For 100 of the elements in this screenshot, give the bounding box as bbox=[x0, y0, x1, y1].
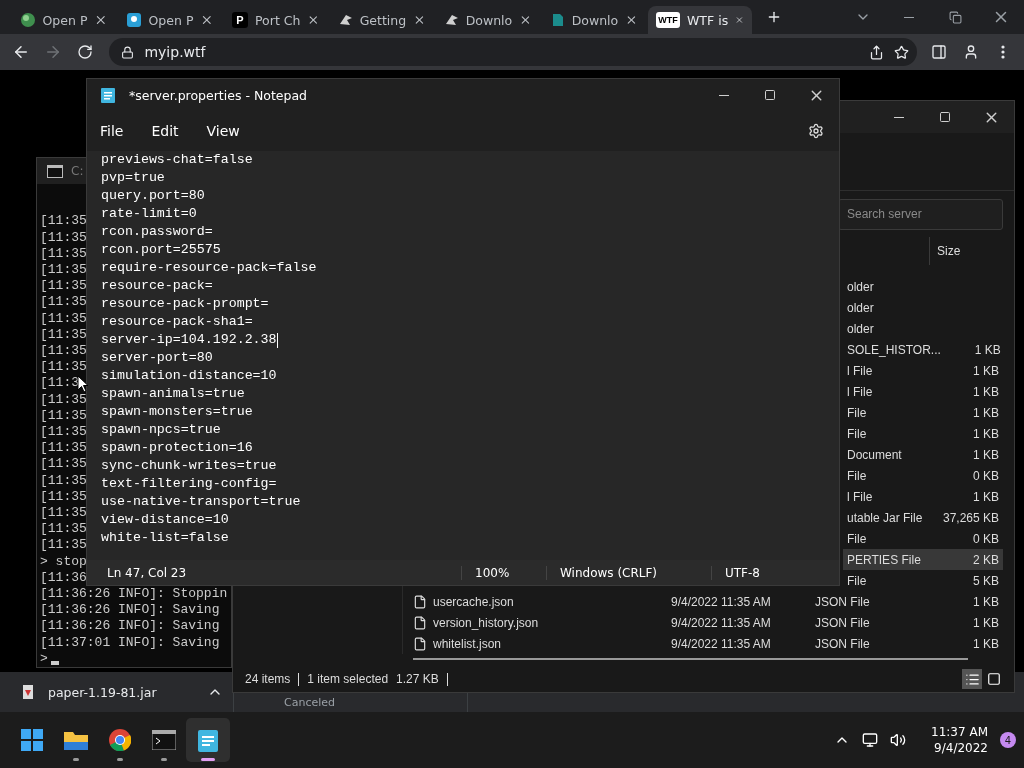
text-line: pvp=true bbox=[101, 169, 165, 187]
file-row[interactable]: version_history.json 9/4/2022 11:35 AM JSON File 1 KB bbox=[403, 612, 1014, 633]
file-type: JSON File bbox=[815, 615, 871, 630]
file-size: 1 KB bbox=[972, 636, 1000, 651]
logo-icon bbox=[550, 12, 565, 28]
file-row[interactable]: utable Jar File 37,265 KB bbox=[843, 507, 1003, 528]
close-icon[interactable] bbox=[307, 13, 320, 27]
notification-badge[interactable]: 4 bbox=[1000, 732, 1016, 748]
restore-icon bbox=[948, 10, 962, 24]
file-row[interactable]: older bbox=[843, 276, 1003, 297]
menu-item[interactable]: View bbox=[197, 119, 249, 143]
close-icon[interactable] bbox=[625, 13, 638, 27]
file-row[interactable]: Document 1 KB bbox=[843, 444, 1003, 465]
close-icon[interactable] bbox=[413, 13, 426, 27]
terminal-icon bbox=[47, 164, 63, 178]
details-view-button[interactable] bbox=[962, 669, 982, 689]
file-type: File bbox=[846, 468, 868, 483]
file-name: whitelist.json bbox=[403, 636, 671, 651]
console-line: [11:35 bbox=[40, 245, 87, 262]
file-row[interactable]: File 0 KB bbox=[843, 528, 1003, 549]
item-count: 24 items bbox=[245, 672, 292, 686]
tab-title: Port Ch bbox=[255, 12, 301, 28]
console-line: [11:35 bbox=[40, 537, 87, 554]
text-cursor-icon bbox=[50, 660, 59, 665]
console-line: [11:35 bbox=[40, 326, 87, 343]
text-line: use-native-transport=true bbox=[101, 493, 301, 511]
text-line: resource-pack-prompt= bbox=[101, 295, 269, 313]
console-line: [11:35 bbox=[40, 472, 87, 489]
close-icon[interactable] bbox=[519, 13, 532, 27]
browser-tab[interactable]: Open P bbox=[12, 6, 116, 34]
selection-info: 1 item selected bbox=[307, 672, 390, 686]
text-line: text-filtering-config= bbox=[101, 475, 277, 493]
download-filename: paper-1.19-81.jar bbox=[48, 684, 158, 700]
file-icon bbox=[413, 594, 427, 609]
file-row[interactable]: PERTIES File 2 KB bbox=[843, 549, 1003, 570]
file-row[interactable]: l File 1 KB bbox=[843, 381, 1003, 402]
console-line: [11:36 bbox=[40, 569, 87, 586]
file-size: 37,265 KB bbox=[941, 510, 1000, 525]
mouse-pointer-icon bbox=[77, 375, 89, 393]
reload-icon bbox=[76, 44, 93, 60]
menu-item[interactable]: File bbox=[91, 119, 133, 143]
notepad-icon bbox=[198, 728, 218, 752]
tab-title: WTF is bbox=[687, 12, 729, 28]
scrollbar-thumb[interactable] bbox=[413, 658, 968, 660]
console-line: [11:35 bbox=[40, 229, 87, 246]
address-bar[interactable]: myip.wtf bbox=[109, 38, 917, 66]
star-icon[interactable] bbox=[893, 44, 909, 60]
text-line: resource-pack= bbox=[101, 277, 213, 295]
text-line: white-list=false bbox=[101, 529, 229, 547]
file-row[interactable]: l File 1 KB bbox=[843, 360, 1003, 381]
taskbar-app[interactable] bbox=[186, 718, 230, 762]
file-row[interactable]: File 1 KB bbox=[843, 402, 1003, 423]
close-icon[interactable] bbox=[94, 13, 108, 27]
browser-tab[interactable]: Getting bbox=[330, 6, 434, 34]
text-line: spawn-animals=true bbox=[101, 385, 245, 403]
file-size: 1 KB bbox=[972, 363, 1000, 378]
file-row[interactable]: usercache.json 9/4/2022 11:35 AM JSON File 1 KB bbox=[403, 591, 1014, 612]
zoom-level: 100% bbox=[461, 565, 546, 580]
console-line: [11:35 bbox=[40, 423, 87, 441]
file-row[interactable]: older bbox=[843, 297, 1003, 318]
file-type: File bbox=[846, 573, 868, 588]
file-row[interactable]: l File 1 KB bbox=[843, 486, 1003, 507]
console-line: [11:3 bbox=[40, 375, 79, 392]
text-line: rcon.password= bbox=[101, 223, 213, 241]
list-icon bbox=[964, 671, 980, 687]
notepad-icon bbox=[101, 87, 115, 103]
browser-tab[interactable]: P Port Ch bbox=[224, 6, 328, 34]
file-row[interactable]: whitelist.json 9/4/2022 11:35 AM JSON File 1 KB bbox=[403, 633, 1014, 654]
text-line: server-ip=104.192.2.38 bbox=[101, 331, 277, 349]
column-header[interactable]: Size bbox=[929, 237, 1003, 265]
windows-logo-icon bbox=[21, 729, 43, 751]
file-date: 9/4/2022 11:35 AM bbox=[671, 615, 772, 630]
search-field[interactable]: Search server bbox=[838, 198, 1003, 230]
file-size: 1 KB bbox=[972, 426, 1000, 441]
text-line: require-resource-pack=false bbox=[101, 259, 317, 277]
browser-tab[interactable]: Downlo bbox=[436, 6, 540, 34]
console-line: [11:35 bbox=[40, 440, 87, 457]
file-name: version_history.json bbox=[403, 615, 671, 630]
lock-icon bbox=[121, 45, 135, 59]
file-type: SOLE_HISTOR... bbox=[846, 342, 941, 357]
menu-item[interactable]: Edit bbox=[142, 119, 188, 143]
side-panel-icon bbox=[931, 44, 948, 60]
globe-icon bbox=[20, 12, 36, 28]
browser-tab[interactable]: Open P bbox=[118, 6, 222, 34]
settings-icon bbox=[808, 123, 824, 139]
file-type: older bbox=[846, 279, 875, 294]
share-icon[interactable] bbox=[868, 44, 884, 60]
file-type: JSON File bbox=[815, 594, 871, 609]
tab-title: Downlo bbox=[571, 12, 619, 28]
file-row[interactable]: File 0 KB bbox=[843, 465, 1003, 486]
file-row[interactable]: older bbox=[843, 318, 1003, 339]
browser-tab[interactable]: WTF WTF is bbox=[648, 6, 752, 34]
file-row[interactable]: File 1 KB bbox=[843, 423, 1003, 444]
close-icon[interactable] bbox=[200, 13, 214, 27]
file-row[interactable]: SOLE_HISTOR... 1 KB bbox=[843, 339, 1003, 360]
browser-tab[interactable]: Downlo bbox=[542, 6, 646, 34]
console-line: > stop bbox=[40, 553, 87, 570]
file-row[interactable]: File 5 KB bbox=[843, 570, 1003, 591]
console-line: [11:35 bbox=[40, 310, 87, 327]
window-title: *server.properties - Notepad bbox=[129, 87, 307, 103]
